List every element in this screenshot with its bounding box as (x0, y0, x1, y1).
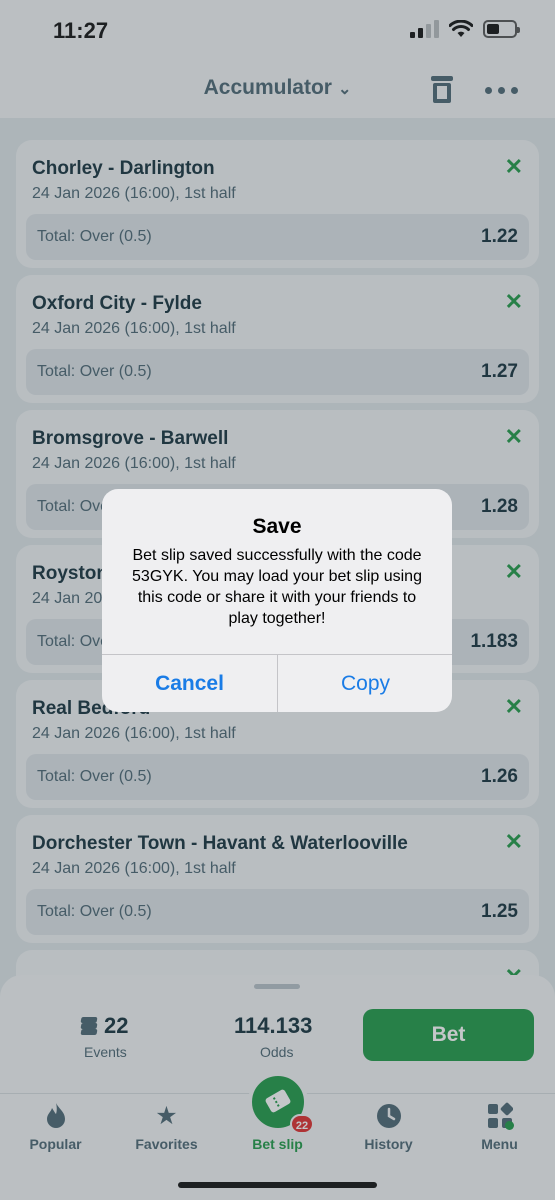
dialog-title: Save (252, 515, 302, 538)
save-dialog: Save Bet slip saved successfully with th… (102, 489, 452, 712)
dialog-message: Bet slip saved successfully with the cod… (132, 547, 422, 627)
copy-button[interactable]: Copy (278, 655, 452, 712)
cancel-button[interactable]: Cancel (102, 655, 277, 712)
